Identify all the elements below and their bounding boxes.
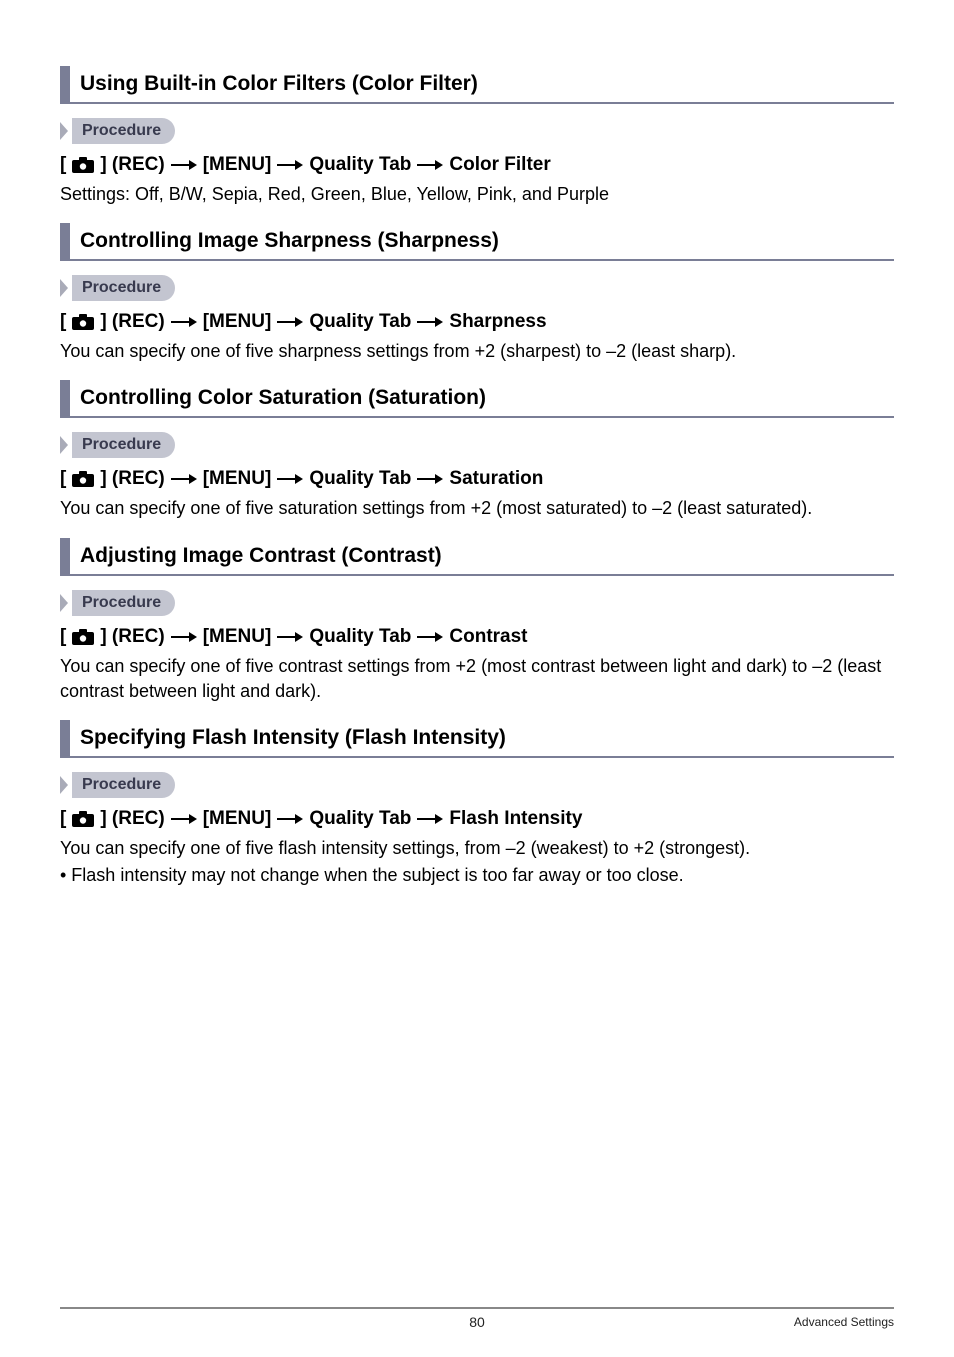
- procedure-caret-icon: [60, 122, 68, 140]
- procedure-pill: Procedure: [72, 772, 175, 798]
- heading-bar: [60, 66, 70, 102]
- menu-path-saturation: [ ] (REC) [MENU] Quality Tab Saturation: [60, 468, 894, 490]
- arrow-icon: [277, 316, 303, 328]
- arrow-icon: [417, 813, 443, 825]
- bracket-open: [: [60, 626, 66, 648]
- path-end-label: Flash Intensity: [449, 808, 582, 830]
- section-heading-color-filter: Using Built-in Color Filters (Color Filt…: [60, 66, 894, 104]
- procedure-caret-icon: [60, 279, 68, 297]
- camera-icon: [72, 314, 94, 330]
- body-text: Settings: Off, B/W, Sepia, Red, Green, B…: [60, 182, 894, 207]
- footer-section-title: Advanced Settings: [794, 1315, 894, 1329]
- procedure-label-row: Procedure: [60, 275, 894, 301]
- arrow-icon: [171, 813, 197, 825]
- procedure-pill: Procedure: [72, 275, 175, 301]
- heading-bar: [60, 380, 70, 416]
- arrow-icon: [171, 316, 197, 328]
- heading-bar: [60, 223, 70, 259]
- quality-tab-label: Quality Tab: [309, 468, 411, 490]
- heading-bar: [60, 720, 70, 756]
- procedure-label-row: Procedure: [60, 772, 894, 798]
- camera-icon: [72, 157, 94, 173]
- rec-label: ] (REC): [100, 808, 164, 830]
- quality-tab-label: Quality Tab: [309, 626, 411, 648]
- bullet-note: • Flash intensity may not change when th…: [60, 863, 894, 888]
- arrow-icon: [277, 813, 303, 825]
- camera-icon: [72, 471, 94, 487]
- procedure-pill: Procedure: [72, 590, 175, 616]
- arrow-icon: [417, 473, 443, 485]
- section-heading-flash-intensity: Specifying Flash Intensity (Flash Intens…: [60, 720, 894, 758]
- bracket-open: [: [60, 311, 66, 333]
- bracket-open: [: [60, 808, 66, 830]
- path-end-label: Contrast: [449, 626, 527, 648]
- menu-label: [MENU]: [203, 626, 272, 648]
- procedure-label-row: Procedure: [60, 590, 894, 616]
- menu-path-contrast: [ ] (REC) [MENU] Quality Tab Contrast: [60, 626, 894, 648]
- menu-path-color-filter: [ ] (REC) [MENU] Quality Tab Color Filte…: [60, 154, 894, 176]
- procedure-pill: Procedure: [72, 432, 175, 458]
- menu-label: [MENU]: [203, 468, 272, 490]
- body-text: You can specify one of five contrast set…: [60, 654, 894, 704]
- page-number: 80: [469, 1314, 485, 1330]
- camera-icon: [72, 811, 94, 827]
- path-end-label: Sharpness: [449, 311, 546, 333]
- rec-label: ] (REC): [100, 311, 164, 333]
- quality-tab-label: Quality Tab: [309, 808, 411, 830]
- body-text: You can specify one of five saturation s…: [60, 496, 894, 521]
- heading-text: Adjusting Image Contrast (Contrast): [80, 538, 442, 574]
- heading-bar: [60, 538, 70, 574]
- procedure-label-row: Procedure: [60, 432, 894, 458]
- arrow-icon: [277, 631, 303, 643]
- bracket-open: [: [60, 154, 66, 176]
- quality-tab-label: Quality Tab: [309, 311, 411, 333]
- body-text: You can specify one of five sharpness se…: [60, 339, 894, 364]
- procedure-caret-icon: [60, 594, 68, 612]
- procedure-caret-icon: [60, 436, 68, 454]
- page-footer: 80 Advanced Settings: [60, 1307, 894, 1329]
- arrow-icon: [417, 631, 443, 643]
- procedure-caret-icon: [60, 776, 68, 794]
- procedure-label-row: Procedure: [60, 118, 894, 144]
- section-heading-saturation: Controlling Color Saturation (Saturation…: [60, 380, 894, 418]
- path-end-label: Color Filter: [449, 154, 550, 176]
- menu-path-sharpness: [ ] (REC) [MENU] Quality Tab Sharpness: [60, 311, 894, 333]
- rec-label: ] (REC): [100, 468, 164, 490]
- procedure-pill: Procedure: [72, 118, 175, 144]
- heading-text: Controlling Color Saturation (Saturation…: [80, 380, 486, 416]
- heading-text: Controlling Image Sharpness (Sharpness): [80, 223, 499, 259]
- body-text: You can specify one of five flash intens…: [60, 836, 894, 861]
- menu-label: [MENU]: [203, 311, 272, 333]
- section-heading-contrast: Adjusting Image Contrast (Contrast): [60, 538, 894, 576]
- rec-label: ] (REC): [100, 626, 164, 648]
- arrow-icon: [277, 473, 303, 485]
- menu-label: [MENU]: [203, 808, 272, 830]
- rec-label: ] (REC): [100, 154, 164, 176]
- quality-tab-label: Quality Tab: [309, 154, 411, 176]
- arrow-icon: [171, 159, 197, 171]
- path-end-label: Saturation: [449, 468, 543, 490]
- menu-label: [MENU]: [203, 154, 272, 176]
- bracket-open: [: [60, 468, 66, 490]
- arrow-icon: [171, 631, 197, 643]
- arrow-icon: [277, 159, 303, 171]
- arrow-icon: [171, 473, 197, 485]
- arrow-icon: [417, 159, 443, 171]
- heading-text: Specifying Flash Intensity (Flash Intens…: [80, 720, 506, 756]
- arrow-icon: [417, 316, 443, 328]
- menu-path-flash-intensity: [ ] (REC) [MENU] Quality Tab Flash Inten…: [60, 808, 894, 830]
- section-heading-sharpness: Controlling Image Sharpness (Sharpness): [60, 223, 894, 261]
- heading-text: Using Built-in Color Filters (Color Filt…: [80, 66, 478, 102]
- camera-icon: [72, 629, 94, 645]
